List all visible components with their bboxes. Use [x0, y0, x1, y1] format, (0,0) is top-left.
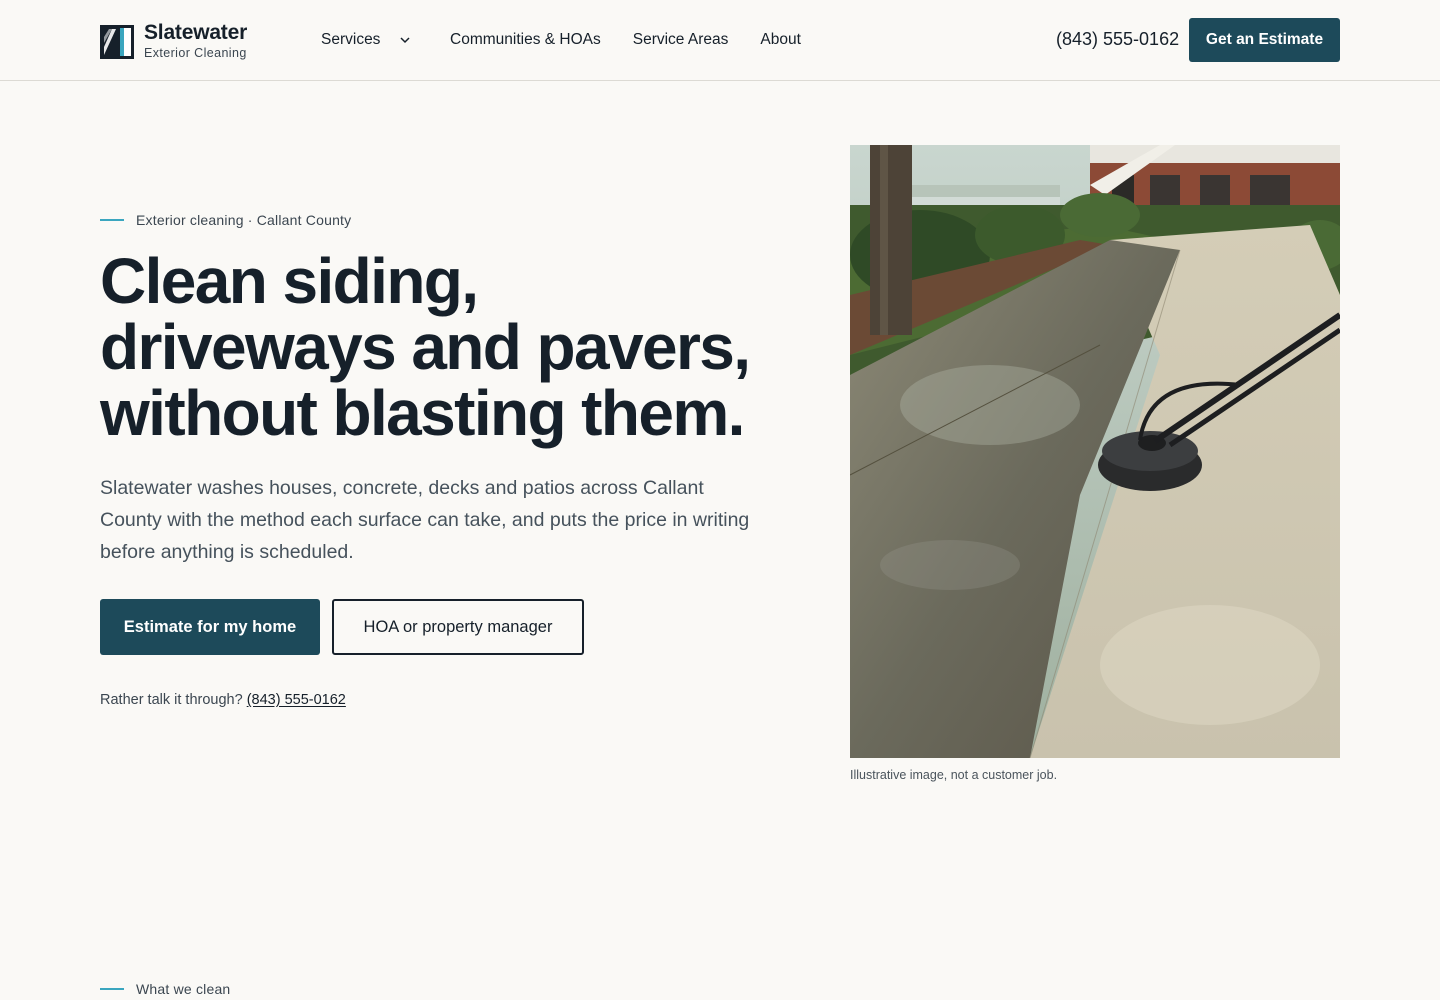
- eyebrow-accent-line: [100, 219, 124, 221]
- nav-item-about[interactable]: About: [760, 31, 801, 49]
- hero-eyebrow-text: Exterior cleaning · Callant County: [136, 212, 352, 228]
- nav-item-services[interactable]: Services: [321, 31, 450, 49]
- hero-description: Slatewater washes houses, concrete, deck…: [100, 477, 750, 563]
- get-estimate-button[interactable]: Get an Estimate: [1189, 18, 1340, 62]
- slatewater-logo-icon: [100, 24, 134, 59]
- nav-item-communities[interactable]: Communities & HOAs: [450, 31, 601, 49]
- headline-line: Clean siding,: [100, 245, 479, 317]
- brand-tagline: Exterior Cleaning: [144, 46, 247, 60]
- hero-headline: Clean siding, driveways and pavers, with…: [100, 248, 820, 446]
- image-caption: Illustrative image, not a customer job.: [850, 768, 1058, 782]
- headline-line: driveways and pavers,: [100, 311, 751, 383]
- hoa-manager-button[interactable]: HOA or property manager: [332, 599, 584, 655]
- talk-phone-link[interactable]: (843) 555-0162: [247, 692, 346, 708]
- nav-item-service-areas[interactable]: Service Areas: [633, 31, 729, 49]
- brand-text: Slatewater Exterior Cleaning: [144, 22, 247, 61]
- hero-driveway-image: [850, 145, 1340, 758]
- talk-prefix: Rather talk it through?: [100, 692, 243, 708]
- eyebrow-accent-line: [100, 988, 124, 990]
- talk-through-line: Rather talk it through? (843) 555-0162: [100, 692, 346, 708]
- brand-name: Slatewater: [144, 21, 248, 44]
- nav-item-services-label: Services: [321, 31, 381, 48]
- hero-eyebrow: Exterior cleaning · Callant County: [100, 212, 351, 228]
- estimate-home-button[interactable]: Estimate for my home: [100, 599, 320, 655]
- site-header: Slatewater Exterior Cleaning Services Co…: [0, 0, 1440, 81]
- brand-logo-link[interactable]: Slatewater Exterior Cleaning: [100, 22, 247, 61]
- chevron-down-icon: [400, 37, 410, 44]
- header-phone-link[interactable]: (843) 555-0162: [1056, 29, 1179, 50]
- section-eyebrow-text: What we clean: [136, 981, 231, 997]
- headline-line: without blasting them.: [100, 377, 745, 449]
- main-nav: Services Communities & HOAs Service Area…: [321, 30, 801, 50]
- what-we-clean-eyebrow: What we clean: [100, 981, 230, 997]
